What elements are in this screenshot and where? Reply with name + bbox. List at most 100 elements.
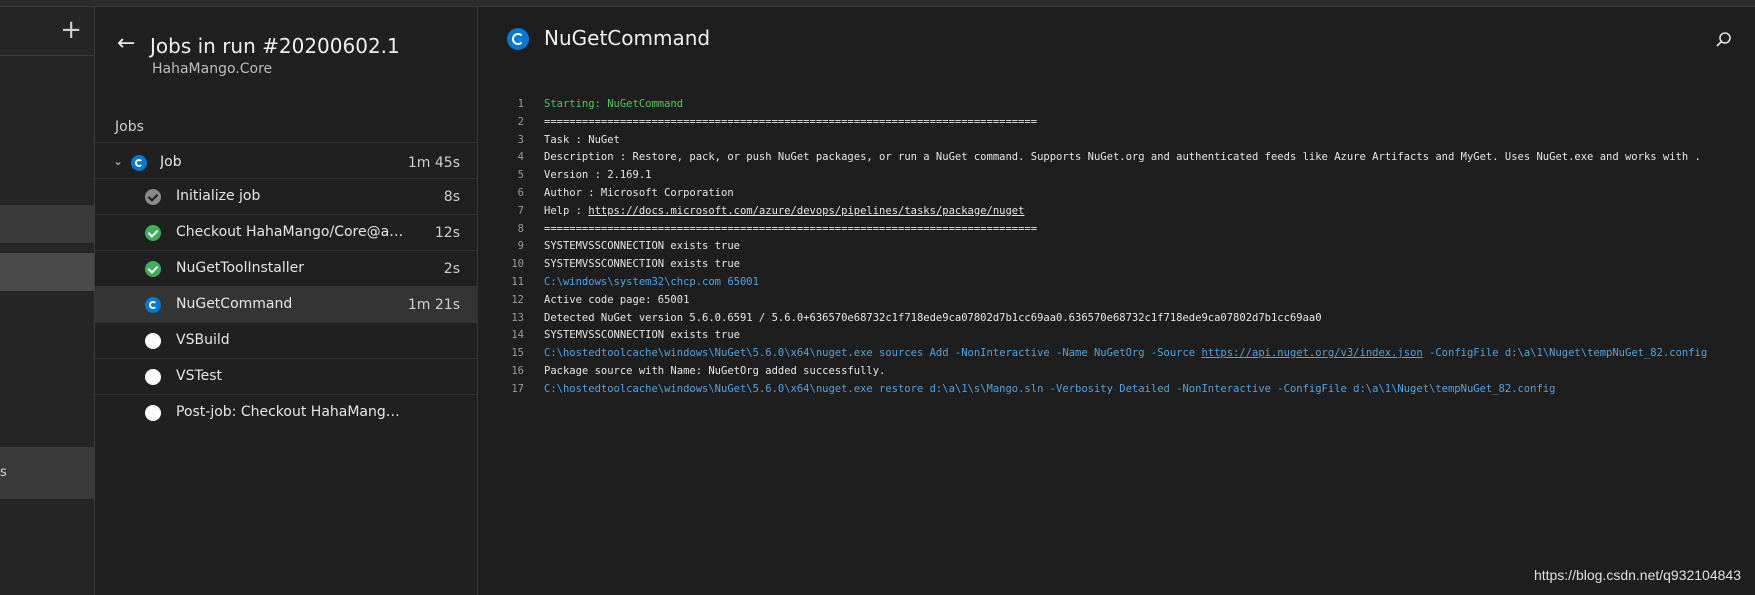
line-number: 7 [517,204,524,217]
line-number: 9 [517,240,524,253]
jobs-section-label: Jobs [115,119,144,135]
step-label: Initialize job [176,188,261,204]
step-duration: 12s [434,225,460,241]
step-label: VSBuild [176,332,230,348]
log-line: 9 SYSTEMVSSCONNECTION exists true [479,238,1755,256]
log-link[interactable]: https://api.nuget.org/v3/index.json [1201,347,1422,359]
line-number: 16 [511,364,524,377]
running-status-icon [507,28,529,50]
log-line: 8 =======================================… [479,221,1755,239]
log-line: 5 Version : 2.169.1 [479,167,1755,185]
log-line: 11 C:\windows\system32\chcp.com 65001 [479,274,1755,292]
log-text: Task : NuGet [544,132,620,150]
line-number: 3 [517,133,524,146]
line-number: 8 [517,222,524,235]
log-text: C:\hostedtoolcache\windows\NuGet\5.6.0\x… [544,345,1707,363]
log-text-content: C:\windows\system32\chcp.com 65001 [544,275,759,288]
step-row[interactable]: NuGetCommand 1m 21s [95,286,478,322]
log-text-content: SYSTEMVSSCONNECTION exists true [544,240,740,253]
log-text-content: Author : Microsoft Corporation [544,186,734,199]
back-arrow-icon[interactable]: ← [117,33,135,55]
log-header: NuGetCommand [479,7,1755,69]
step-row[interactable]: Initialize job 8s [95,178,478,214]
log-text: Version : 2.169.1 [544,167,651,185]
step-row[interactable]: NuGetToolInstaller 2s [95,250,478,286]
skipped-check-icon [145,189,161,205]
running-status-icon [131,155,147,171]
step-label: Post-job: Checkout HahaMango/Cor... [176,404,406,420]
log-text: Starting: NuGetCommand [544,96,683,114]
log-line: 14 SYSTEMVSSCONNECTION exists true [479,327,1755,345]
log-line: 10 SYSTEMVSSCONNECTION exists true [479,256,1755,274]
line-number: 13 [511,311,524,324]
left-nav: + s [0,7,95,595]
left-nav-item-selected[interactable] [0,253,94,291]
log-line: 15 C:\hostedtoolcache\windows\NuGet\5.6.0… [479,345,1755,363]
log-link[interactable]: https://docs.microsoft.com/azure/devops/… [588,205,1024,217]
log-text-content: Active code page: 65001 [544,293,690,306]
line-number: 17 [511,382,524,395]
jobs-pane: ← Jobs in run #20200602.1 HahaMango.Core… [95,7,478,595]
log-text: Help : https://docs.microsoft.com/azure/… [544,203,1024,221]
search-icon[interactable] [1715,31,1733,49]
log-line: 17 C:\hostedtoolcache\windows\NuGet\5.6.0… [479,381,1755,399]
log-text-content: ========================================… [544,115,1038,128]
add-icon[interactable]: + [60,17,82,43]
left-nav-topbar: + [0,7,94,56]
log-text: SYSTEMVSSCONNECTION exists true [544,256,740,274]
log-text-content: C:\hostedtoolcache\windows\NuGet\5.6.0\x… [544,347,1202,360]
log-title: NuGetCommand [544,26,711,50]
step-duration: 8s [443,189,460,205]
line-number: 1 [517,98,524,110]
step-label: NuGetCommand [176,296,293,312]
log-text: Detected NuGet version 5.6.0.6591 / 5.6.… [544,310,1322,328]
left-nav-item-label: s [0,465,7,480]
log-text: C:\hostedtoolcache\windows\NuGet\5.6.0\x… [544,381,1555,399]
jobs-header: ← Jobs in run #20200602.1 HahaMango.Core [95,7,478,87]
log-text-content: Package source with Name: NuGetOrg added… [544,364,886,377]
step-label: VSTest [176,368,223,384]
log-text: ========================================… [544,221,1037,239]
step-label: Checkout HahaMango/Core@az... [176,224,406,240]
log-line: 13 Detected NuGet version 5.6.0.6591 / 5.… [479,310,1755,328]
log-text: Active code page: 65001 [544,292,689,310]
log-line: 7 Help : https://docs.microsoft.com/azure… [479,203,1755,221]
log-text-content: SYSTEMVSSCONNECTION exists true [544,329,740,342]
step-row[interactable]: Checkout HahaMango/Core@az... 12s [95,214,478,250]
top-strip [0,0,1755,7]
line-number: 10 [511,258,524,271]
step-row[interactable]: VSTest [95,358,478,394]
line-number: 4 [517,151,524,164]
line-number: 12 [511,293,524,306]
left-nav-item[interactable] [0,205,94,243]
log-line: 3 Task : NuGet [479,132,1755,150]
log-text-content: Task : NuGet [544,133,620,146]
step-row[interactable]: Post-job: Checkout HahaMango/Cor... [95,394,478,430]
log-text-content: Help : [544,204,589,217]
line-number: 2 [517,115,524,128]
watermark: https://blog.csdn.net/q932104843 [1533,567,1741,583]
log-text: Description : Restore, pack, or push NuG… [544,149,1701,167]
log-text: Package source with Name: NuGetOrg added… [544,363,885,381]
chevron-down-icon[interactable]: ⌄ [113,154,123,168]
log-line: 16 Package source with Name: NuGetOrg add… [479,363,1755,381]
repo-subtitle: HahaMango.Core [152,61,273,77]
log-text-content: C:\hostedtoolcache\windows\NuGet\5.6.0\x… [544,382,1556,395]
log-text-content: Starting: NuGetCommand [544,98,684,110]
log-text: SYSTEMVSSCONNECTION exists true [544,238,740,256]
pending-circle-icon [145,405,161,421]
line-number: 14 [511,329,524,342]
left-nav-item[interactable]: s [0,447,94,499]
log-text-content: Detected NuGet version 5.6.0.6591 / 5.6.… [544,311,1322,324]
log-text: ========================================… [544,114,1037,132]
log-line: 4 Description : Restore, pack, or push Nu… [479,149,1755,167]
log-text: Author : Microsoft Corporation [544,185,734,203]
log-text-content: ========================================… [544,222,1038,235]
step-duration: 1m 21s [407,297,460,313]
line-number: 15 [511,347,524,360]
step-row[interactable]: VSBuild [95,322,478,358]
log-line: 1 Starting: NuGetCommand [479,96,1755,114]
job-duration: 1m 45s [407,155,460,171]
log-text-content: Version : 2.169.1 [544,169,652,182]
job-row[interactable]: ⌄ Job 1m 45s [95,142,478,182]
